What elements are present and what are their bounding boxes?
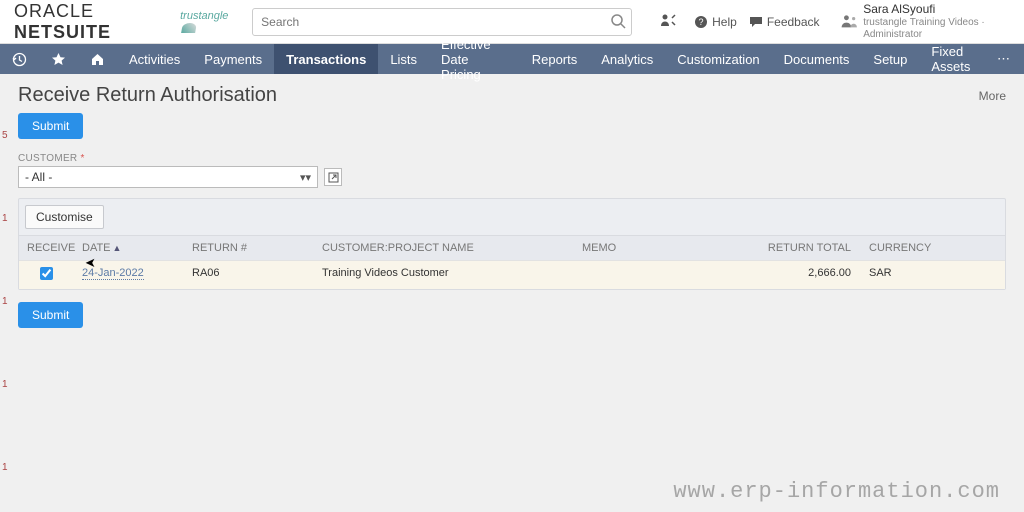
- nav-item-transactions[interactable]: Transactions: [274, 44, 378, 74]
- page-content: Receive Return Authorisation More Submit…: [0, 74, 1024, 338]
- table-header: RECEIVE DATE▲ RETURN # CUSTOMER:PROJECT …: [19, 236, 1005, 260]
- user-role: trustangle Training Videos · Administrat…: [863, 17, 1010, 41]
- cell-return-total: 2,666.00: [749, 267, 859, 283]
- table-row: 24-Jan-2022 RA06 Training Videos Custome…: [19, 260, 1005, 289]
- user-icon: [840, 12, 858, 30]
- col-return-total[interactable]: RETURN TOTAL: [749, 242, 859, 254]
- customer-label: CUSTOMER *: [18, 153, 1006, 164]
- nav-item-reports[interactable]: Reports: [520, 44, 590, 74]
- nav-item-fixed-assets[interactable]: Fixed Assets: [919, 44, 983, 74]
- open-record-icon[interactable]: [324, 168, 342, 186]
- nav-item-analytics[interactable]: Analytics: [589, 44, 665, 74]
- nav-favorites-icon[interactable]: [39, 44, 78, 74]
- more-menu[interactable]: More: [979, 89, 1006, 103]
- customer-value: - All -: [25, 170, 52, 184]
- user-menu[interactable]: Sara AlSyoufi trustangle Training Videos…: [840, 2, 1010, 40]
- date-link[interactable]: 24-Jan-2022: [82, 267, 144, 280]
- submit-button-bottom[interactable]: Submit: [18, 302, 83, 328]
- search-icon[interactable]: [610, 13, 626, 32]
- nav-item-effective-date-pricing[interactable]: Effective Date Pricing: [429, 44, 520, 74]
- feedback-icon: [749, 15, 763, 29]
- nav-item-customization[interactable]: Customization: [665, 44, 771, 74]
- receive-checkbox[interactable]: [40, 267, 53, 280]
- oracle-netsuite-logo: ORACLE NETSUITE: [14, 1, 162, 43]
- results-panel: Customise RECEIVE DATE▲ RETURN # CUSTOME…: [18, 198, 1006, 290]
- cell-customer: Training Videos Customer: [314, 267, 574, 283]
- global-search: [252, 8, 632, 36]
- nav-overflow[interactable]: ⋯: [983, 44, 1024, 74]
- app-header: ORACLE NETSUITE trustangle ? Help Feedba…: [0, 0, 1024, 44]
- role-switch-icon[interactable]: [656, 13, 682, 30]
- chevron-down-icon: ▾▾: [300, 171, 311, 184]
- sort-asc-icon: ▲: [113, 243, 122, 253]
- col-memo[interactable]: MEMO: [574, 242, 749, 254]
- nav-home-icon[interactable]: [78, 44, 117, 74]
- user-name: Sara AlSyoufi: [863, 2, 1010, 16]
- watermark-text: www.erp-information.com: [673, 479, 1000, 504]
- help-icon: ?: [694, 15, 708, 29]
- cell-currency: SAR: [859, 267, 939, 283]
- nav-recent-icon[interactable]: [0, 44, 39, 74]
- customise-button[interactable]: Customise: [25, 205, 104, 229]
- col-return-no[interactable]: RETURN #: [184, 242, 314, 254]
- feedback-link[interactable]: Feedback: [749, 15, 820, 29]
- nav-item-lists[interactable]: Lists: [378, 44, 429, 74]
- svg-text:?: ?: [699, 17, 704, 27]
- col-receive[interactable]: RECEIVE: [19, 242, 74, 254]
- cell-return-no: RA06: [184, 267, 314, 283]
- annotation-marks: 5 1 1 1 1: [2, 130, 8, 473]
- help-link[interactable]: ? Help: [694, 15, 737, 29]
- search-input[interactable]: [252, 8, 632, 36]
- cell-memo: [574, 267, 749, 283]
- main-nav: Activities Payments Transactions Lists E…: [0, 44, 1024, 74]
- results-table: RECEIVE DATE▲ RETURN # CUSTOMER:PROJECT …: [19, 236, 1005, 289]
- nav-item-payments[interactable]: Payments: [192, 44, 274, 74]
- col-currency[interactable]: CURRENCY: [859, 242, 939, 254]
- nav-item-setup[interactable]: Setup: [861, 44, 919, 74]
- partner-logo: trustangle: [180, 10, 232, 34]
- customer-select[interactable]: - All - ▾▾: [18, 166, 318, 188]
- nav-item-documents[interactable]: Documents: [772, 44, 862, 74]
- col-date[interactable]: DATE▲: [74, 242, 184, 254]
- nav-item-activities[interactable]: Activities: [117, 44, 192, 74]
- page-title: Receive Return Authorisation: [18, 84, 277, 107]
- submit-button-top[interactable]: Submit: [18, 113, 83, 139]
- customer-filter: CUSTOMER * - All - ▾▾: [18, 153, 1006, 188]
- col-customer[interactable]: CUSTOMER:PROJECT NAME: [314, 242, 574, 254]
